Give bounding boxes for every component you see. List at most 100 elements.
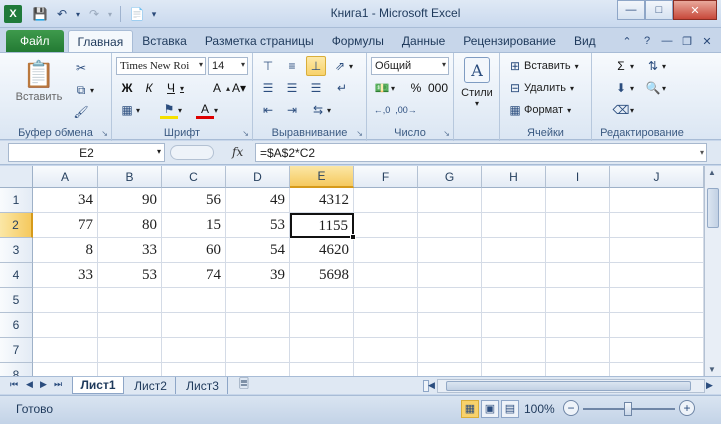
scroll-up-icon[interactable]: ▲ [708, 168, 716, 177]
page-break-view-button[interactable]: ▤ [501, 400, 519, 418]
tab-view[interactable]: Вид [565, 30, 605, 52]
cell-c2[interactable]: 15 [162, 213, 226, 238]
cell-e3[interactable]: 4620 [290, 238, 354, 263]
tab-home[interactable]: Главная [67, 30, 134, 52]
cell-i7[interactable] [546, 338, 610, 363]
cell-j3[interactable] [610, 238, 704, 263]
alignment-launcher-icon[interactable]: ↘ [356, 129, 363, 138]
next-sheet-icon[interactable]: ▶ [40, 379, 47, 390]
thousands-button[interactable]: 000 [427, 79, 449, 97]
cell-i1[interactable] [546, 188, 610, 213]
cell-d3[interactable]: 54 [226, 238, 290, 263]
tab-data[interactable]: Данные [393, 30, 454, 52]
cell-h5[interactable] [482, 288, 546, 313]
font-launcher-icon[interactable]: ↘ [242, 129, 249, 138]
minimize-button[interactable]: — [617, 0, 645, 20]
zoom-out-icon[interactable]: − [563, 400, 579, 416]
wrap-text-button[interactable]: ↵ [333, 79, 351, 97]
cell-j2[interactable] [610, 213, 704, 238]
copy-button[interactable]: ⧉ ▾ [72, 81, 94, 99]
scroll-left-icon[interactable]: ◀ [428, 380, 435, 391]
cell-e4[interactable]: 5698 [290, 263, 354, 288]
cell-b7[interactable] [98, 338, 162, 363]
row-header-5[interactable]: 5 [0, 288, 33, 313]
expand-formula-icon[interactable]: ▾ [700, 148, 704, 157]
page-layout-view-button[interactable]: ▣ [481, 400, 499, 418]
column-header-a[interactable]: A [33, 166, 98, 188]
cell-h3[interactable] [482, 238, 546, 263]
tab-review[interactable]: Рецензирование [454, 30, 565, 52]
grow-font-button[interactable]: A ▴ [208, 79, 230, 97]
cell-e2[interactable]: 1155 [290, 213, 354, 238]
close-button[interactable]: ✕ [673, 0, 717, 20]
cell-g3[interactable] [418, 238, 482, 263]
cell-h6[interactable] [482, 313, 546, 338]
cell-a4[interactable]: 33 [33, 263, 98, 288]
cell-c6[interactable] [162, 313, 226, 338]
cell-b6[interactable] [98, 313, 162, 338]
tab-page-layout[interactable]: Разметка страницы [196, 30, 323, 52]
align-middle-button[interactable]: ≡ [283, 57, 301, 75]
sort-filter-button[interactable]: ⇅ ▾ [644, 57, 666, 75]
cell-f3[interactable] [354, 238, 418, 263]
cell-c7[interactable] [162, 338, 226, 363]
styles-button[interactable]: A Стили ▾ [456, 57, 498, 108]
font-size-combo[interactable]: 14 ▾ [208, 57, 248, 75]
cell-h1[interactable] [482, 188, 546, 213]
column-header-i[interactable]: I [546, 166, 610, 188]
ribbon-minimize-icon[interactable]: ⌃ [619, 33, 635, 49]
zoom-in-icon[interactable]: + [679, 400, 695, 416]
insert-function-icon[interactable]: fx [232, 145, 243, 159]
cell-f1[interactable] [354, 188, 418, 213]
help-icon[interactable]: ? [639, 33, 655, 49]
first-sheet-icon[interactable]: ⏮ [10, 379, 18, 390]
worksheet-grid[interactable]: ▲ ▼ A B C D E F G H I J 1 34 90 56 49 4312 2 77 80 15 53 1155… [0, 166, 721, 388]
last-sheet-icon[interactable]: ⏭ [54, 379, 62, 390]
scroll-down-icon[interactable]: ▼ [708, 365, 716, 374]
cell-g2[interactable] [418, 213, 482, 238]
cell-c5[interactable] [162, 288, 226, 313]
format-painter-button[interactable]: 🖌 [72, 103, 90, 121]
cell-b5[interactable] [98, 288, 162, 313]
cell-b1[interactable]: 90 [98, 188, 162, 213]
cell-a7[interactable] [33, 338, 98, 363]
align-bottom-button[interactable]: ⊥ [306, 56, 326, 76]
cell-c4[interactable]: 74 [162, 263, 226, 288]
fill-color-button[interactable]: ⚑ ▾ [160, 101, 182, 119]
column-header-f[interactable]: F [354, 166, 418, 188]
horizontal-scrollbar[interactable] [437, 379, 705, 393]
cell-j6[interactable] [610, 313, 704, 338]
cell-b4[interactable]: 53 [98, 263, 162, 288]
cell-g7[interactable] [418, 338, 482, 363]
horizontal-scroll-thumb[interactable] [446, 381, 691, 391]
cell-d2[interactable]: 53 [226, 213, 290, 238]
column-header-h[interactable]: H [482, 166, 546, 188]
underline-button[interactable]: Ч ▾ [162, 79, 184, 97]
cell-h7[interactable] [482, 338, 546, 363]
format-cells-button[interactable]: ▦ Формат ▾ [506, 101, 571, 119]
row-header-4[interactable]: 4 [0, 263, 33, 288]
clipboard-launcher-icon[interactable]: ↘ [101, 129, 108, 138]
fill-handle[interactable] [350, 234, 356, 240]
row-header-3[interactable]: 3 [0, 238, 33, 263]
fill-button[interactable]: ⬇ ▾ [612, 79, 634, 97]
orientation-button[interactable]: ⇗ ▾ [331, 57, 353, 75]
align-left-button[interactable]: ☰ [259, 79, 277, 97]
cell-i3[interactable] [546, 238, 610, 263]
cell-g5[interactable] [418, 288, 482, 313]
row-header-2[interactable]: 2 [0, 213, 33, 238]
prev-sheet-icon[interactable]: ◀ [26, 379, 33, 390]
sheet-tab-2[interactable]: Лист2 [126, 377, 176, 394]
cell-f2[interactable] [354, 213, 418, 238]
cell-j1[interactable] [610, 188, 704, 213]
name-box[interactable]: E2 ▾ [8, 143, 165, 162]
column-header-j[interactable]: J [610, 166, 704, 188]
formula-input[interactable]: =$A$2*C2 ▾ [255, 143, 707, 162]
cell-d6[interactable] [226, 313, 290, 338]
cell-a6[interactable] [33, 313, 98, 338]
cell-d4[interactable]: 39 [226, 263, 290, 288]
tab-file[interactable]: Файл [6, 30, 64, 52]
align-top-button[interactable]: ⊤ [259, 57, 277, 75]
insert-cells-button[interactable]: ⊞ Вставить ▾ [506, 57, 579, 75]
currency-button[interactable]: 💵 ▾ [373, 79, 396, 97]
